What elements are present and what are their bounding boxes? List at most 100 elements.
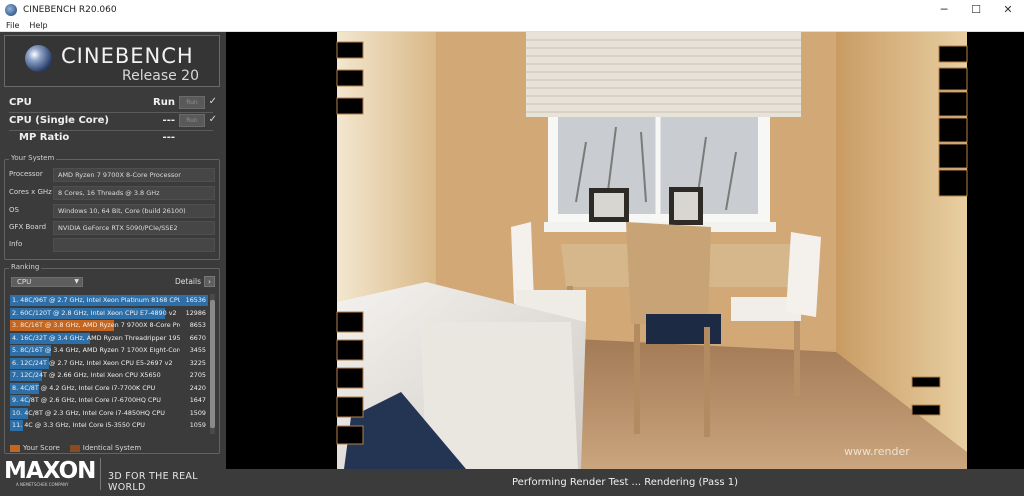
ranking-score: 12986	[185, 308, 206, 317]
bench-cpu-single: CPU (Single Core) --- Run ✓	[9, 114, 219, 129]
bench-cpu-value: Run	[153, 97, 175, 108]
maximize-button[interactable]: ☐	[960, 0, 992, 19]
ranking-row[interactable]: 2. 60C/120T @ 2.8 GHz, Intel Xeon CPU E7…	[10, 307, 208, 319]
system-key: Info	[9, 240, 23, 248]
your-score-swatch	[10, 444, 20, 452]
ranking-row[interactable]: 9. 4C/8T @ 2.6 GHz, Intel Core i7-6700HQ…	[10, 395, 208, 406]
ranking-score: 1509	[189, 408, 206, 417]
divider	[9, 112, 213, 113]
ranking-dropdown-value: CPU	[17, 278, 32, 286]
window-controls: ─ ☐ ✕	[928, 0, 1024, 19]
ranking-label: 7. 12C/24T @ 2.66 GHz, Intel Xeon CPU X5…	[12, 371, 161, 379]
system-key: GFX Board	[9, 223, 47, 231]
system-row-processor: Processor AMD Ryzen 7 9700X 8-Core Proce…	[9, 168, 215, 182]
ranking-label: 3. 8C/16T @ 3.8 GHz, AMD Ryzen 7 9700X 8…	[12, 321, 180, 329]
bench-cpu-single-value: ---	[162, 115, 175, 126]
ranking-dropdown[interactable]: CPU ▼	[11, 277, 83, 287]
details-label[interactable]: Details	[175, 277, 201, 286]
app-icon	[5, 3, 17, 16]
your-system-group: Your System Processor AMD Ryzen 7 9700X …	[4, 154, 220, 260]
mp-ratio-value: ---	[162, 132, 175, 143]
render-viewport: www.render	[226, 32, 1024, 469]
window-title: CINEBENCH R20.060	[23, 4, 117, 15]
render-scene: www.render	[336, 32, 968, 469]
cpu-single-check-icon[interactable]: ✓	[209, 114, 217, 125]
ranking-row[interactable]: 10. 4C/8T @ 2.3 GHz, Intel Core i7-4850H…	[10, 407, 208, 419]
bench-mp-ratio: MP Ratio ---	[9, 131, 219, 146]
bench-cpu: CPU Run Run ✓	[9, 96, 219, 111]
cpu-check-icon[interactable]: ✓	[209, 96, 217, 107]
ranking-label: 10. 4C/8T @ 2.3 GHz, Intel Core i7-4850H…	[12, 408, 165, 417]
minimize-button[interactable]: ─	[928, 0, 960, 19]
ranking-label: 9. 4C/8T @ 2.6 GHz, Intel Core i7-6700HQ…	[12, 396, 161, 404]
ranking-score: 2705	[189, 371, 206, 379]
ranking-row[interactable]: 1. 48C/96T @ 2.7 GHz, Intel Xeon Platinu…	[10, 295, 208, 306]
legend-your-score: Your Score	[23, 444, 60, 452]
ranking-row[interactable]: 3. 8C/16T @ 3.8 GHz, AMD Ryzen 7 9700X 8…	[10, 320, 208, 331]
maxon-subtitle: A NEMETSCHEK COMPANY	[16, 482, 69, 487]
ranking-title: Ranking	[9, 263, 42, 271]
system-value: AMD Ryzen 7 9700X 8-Core Processor	[53, 168, 215, 182]
system-row-info: Info	[9, 238, 215, 252]
title-bar: CINEBENCH R20.060 ─ ☐ ✕	[0, 0, 1024, 19]
ranking-row[interactable]: 4. 16C/32T @ 3.4 GHz, AMD Ryzen Threadri…	[10, 332, 208, 344]
system-value: NVIDIA GeForce RTX 5090/PCIe/SSE2	[53, 221, 215, 235]
cinebench-sphere-icon	[25, 45, 52, 72]
ranking-row[interactable]: 6. 12C/24T @ 2.7 GHz, Intel Xeon CPU E5-…	[10, 357, 208, 369]
ranking-score: 3455	[189, 346, 206, 354]
cpu-single-run-button[interactable]: Run	[179, 114, 205, 127]
ranking-score: 16536	[185, 296, 206, 304]
legend-identical-system: Identical System	[82, 444, 142, 452]
bench-cpu-label: CPU	[9, 97, 32, 108]
logo-release: Release 20	[122, 68, 199, 84]
ranking-label: 6. 12C/24T @ 2.7 GHz, Intel Xeon CPU E5-…	[12, 358, 173, 367]
ranking-label: 11. 4C @ 3.3 GHz, Intel Core i5-3550 CPU	[12, 421, 145, 429]
system-key: Processor	[9, 170, 43, 178]
system-key: Cores x GHz	[9, 188, 52, 196]
ranking-score: 2420	[189, 383, 206, 392]
details-arrow-icon[interactable]: ›	[204, 276, 215, 287]
system-value: Windows 10, 64 Bit, Core (build 26100)	[53, 204, 215, 218]
branding-divider	[100, 458, 101, 490]
system-row-gfx: GFX Board NVIDIA GeForce RTX 5090/PCIe/S…	[9, 221, 215, 235]
close-button[interactable]: ✕	[992, 0, 1024, 19]
status-bar: Performing Render Test ... Rendering (Pa…	[226, 469, 1024, 496]
ranking-label: 2. 60C/120T @ 2.8 GHz, Intel Xeon CPU E7…	[12, 308, 177, 317]
your-system-title: Your System	[9, 154, 57, 162]
ranking-scrollbar[interactable]	[210, 294, 215, 434]
menu-bar: File Help	[0, 19, 1024, 32]
ranking-score: 6670	[189, 333, 206, 342]
logo-name: CINEBENCH	[61, 44, 194, 68]
ranking-row[interactable]: 5. 8C/16T @ 3.4 GHz, AMD Ryzen 7 1700X E…	[10, 345, 208, 356]
maxon-logo: MAXON	[4, 458, 96, 484]
system-value: 8 Cores, 16 Threads @ 3.8 GHz	[53, 186, 215, 200]
ranking-label: 5. 8C/16T @ 3.4 GHz, AMD Ryzen 7 1700X E…	[12, 346, 180, 354]
render-watermark: www.render	[844, 445, 910, 458]
ranking-row[interactable]: 7. 12C/24T @ 2.66 GHz, Intel Xeon CPU X5…	[10, 370, 208, 381]
system-row-cores: Cores x GHz 8 Cores, 16 Threads @ 3.8 GH…	[9, 186, 215, 200]
ranking-row[interactable]: 11. 4C @ 3.3 GHz, Intel Core i5-3550 CPU…	[10, 420, 208, 431]
left-panel: CINEBENCH Release 20 CPU Run Run ✓ CPU (…	[0, 32, 226, 496]
cinebench-logo: CINEBENCH Release 20	[4, 35, 220, 87]
tagline: 3D FOR THE REAL WORLD	[108, 471, 198, 493]
ranking-label: 1. 48C/96T @ 2.7 GHz, Intel Xeon Platinu…	[12, 296, 180, 304]
scrollbar-thumb[interactable]	[210, 300, 215, 428]
identical-system-swatch	[69, 444, 80, 452]
system-key: OS	[9, 206, 19, 214]
ranking-group: Ranking CPU ▼ Details › 1. 48C/96T @ 2.7…	[4, 263, 220, 454]
ranking-label: 8. 4C/8T @ 4.2 GHz, Intel Core i7-7700K …	[12, 383, 156, 392]
ranking-label: 4. 16C/32T @ 3.4 GHz, AMD Ryzen Threadri…	[12, 333, 180, 342]
menu-file[interactable]: File	[6, 21, 19, 30]
ranking-score: 3225	[189, 358, 206, 367]
ranking-legend: Your Score Identical System	[10, 443, 151, 453]
ranking-score: 1647	[189, 396, 206, 404]
ranking-row[interactable]: 8. 4C/8T @ 4.2 GHz, Intel Core i7-7700K …	[10, 382, 208, 394]
bench-cpu-single-label: CPU (Single Core)	[9, 115, 109, 126]
info-field[interactable]	[53, 238, 215, 252]
system-row-os: OS Windows 10, 64 Bit, Core (build 26100…	[9, 204, 215, 218]
cpu-run-button[interactable]: Run	[179, 96, 205, 109]
ranking-score: 8653	[189, 321, 206, 329]
ranking-score: 1059	[189, 421, 206, 429]
menu-help[interactable]: Help	[29, 21, 47, 30]
mp-ratio-label: MP Ratio	[19, 132, 70, 143]
